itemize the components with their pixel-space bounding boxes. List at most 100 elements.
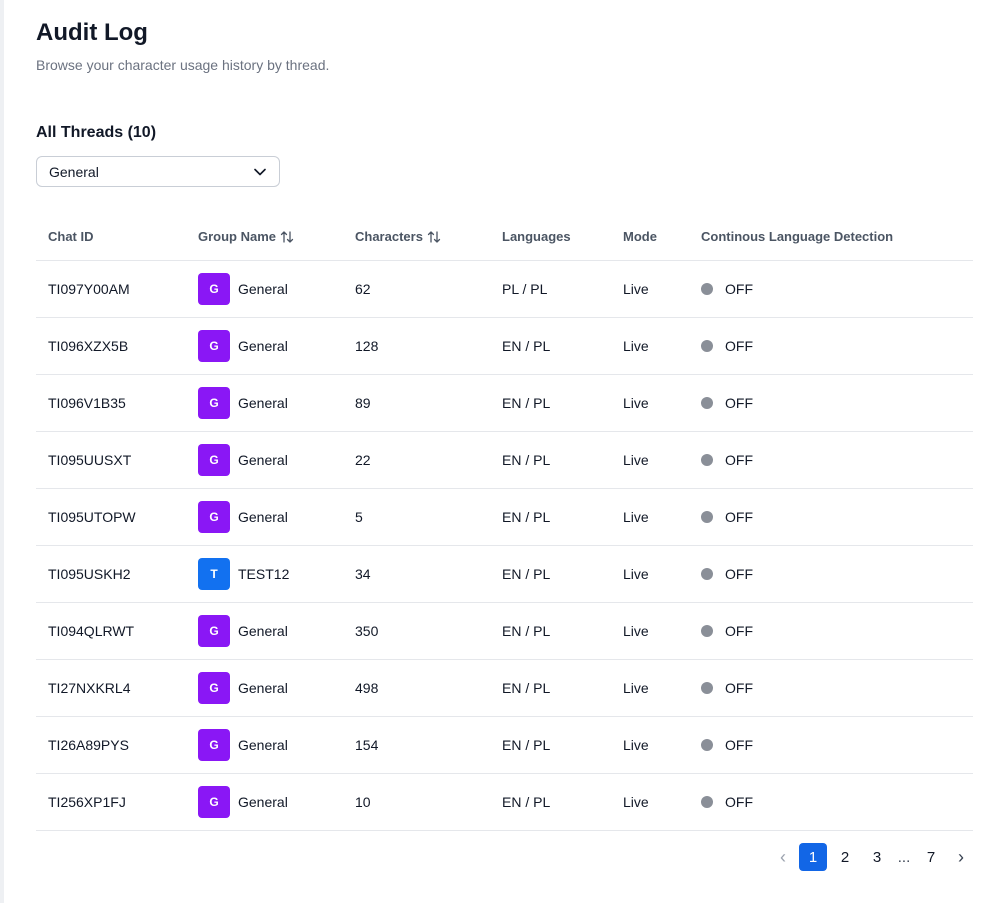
- table-row[interactable]: TI26A89PYS G General 154 EN / PL Live OFF: [36, 716, 973, 774]
- mode-value: Live: [623, 394, 649, 411]
- cell-group-name: G General: [186, 773, 343, 831]
- status-dot-icon: [701, 510, 713, 523]
- cld-status: OFF: [725, 280, 753, 297]
- chat-id: TI095UTOPW: [48, 508, 136, 525]
- cell-characters: 128: [343, 317, 490, 375]
- col-group-name-label: Group Name: [198, 229, 277, 245]
- group-name: General: [238, 337, 288, 354]
- table-header-row: Chat ID Group Name Characters Languages …: [36, 214, 973, 261]
- group-avatar: G: [198, 386, 230, 419]
- sort-icon[interactable]: [280, 230, 294, 244]
- cell-languages: EN / PL: [490, 317, 611, 375]
- cell-characters: 350: [343, 602, 490, 660]
- pagination-prev-button[interactable]: ‹: [771, 843, 795, 871]
- cell-mode: Live: [611, 374, 689, 432]
- cell-group-name: G General: [186, 488, 343, 546]
- pagination-page-3[interactable]: 3: [863, 843, 891, 871]
- cell-languages: EN / PL: [490, 602, 611, 660]
- characters-count: 498: [355, 679, 379, 696]
- cell-chat-id: TI256XP1FJ: [36, 773, 186, 831]
- cell-cld: OFF: [689, 260, 973, 318]
- table-row[interactable]: TI097Y00AM G General 62 PL / PL Live OFF: [36, 260, 973, 318]
- col-languages: Languages: [490, 214, 611, 261]
- table-row[interactable]: TI095USKH2 T TEST12 34 EN / PL Live OFF: [36, 545, 973, 603]
- group-filter-select[interactable]: General: [36, 156, 280, 187]
- mode-value: Live: [623, 508, 649, 525]
- group-avatar: T: [198, 557, 230, 590]
- pagination-page-2[interactable]: 2: [831, 843, 859, 871]
- threads-section-title: All Threads (10): [36, 124, 157, 141]
- group-name: General: [238, 508, 288, 525]
- status-dot-icon: [701, 681, 713, 694]
- pagination-page-last[interactable]: 7: [917, 843, 945, 871]
- col-mode: Mode: [611, 214, 689, 261]
- cld-status: OFF: [725, 736, 753, 753]
- group-name: General: [238, 394, 288, 411]
- cell-languages: EN / PL: [490, 773, 611, 831]
- cell-languages: PL / PL: [490, 260, 611, 318]
- cld-status: OFF: [725, 622, 753, 639]
- table-row[interactable]: TI256XP1FJ G General 10 EN / PL Live OFF: [36, 773, 973, 831]
- table-row[interactable]: TI095UTOPW G General 5 EN / PL Live OFF: [36, 488, 973, 546]
- group-avatar: G: [198, 671, 230, 704]
- group-avatar: G: [198, 728, 230, 761]
- status-dot-icon: [701, 396, 713, 409]
- cell-languages: EN / PL: [490, 374, 611, 432]
- col-chat-id-label: Chat ID: [48, 229, 94, 245]
- table-row[interactable]: TI096V1B35 G General 89 EN / PL Live OFF: [36, 374, 973, 432]
- cell-chat-id: TI095UTOPW: [36, 488, 186, 546]
- cell-chat-id: TI097Y00AM: [36, 260, 186, 318]
- cell-cld: OFF: [689, 374, 973, 432]
- col-characters[interactable]: Characters: [343, 214, 490, 261]
- threads-table: Chat ID Group Name Characters Languages …: [36, 214, 973, 831]
- table-row[interactable]: TI094QLRWT G General 350 EN / PL Live OFF: [36, 602, 973, 660]
- cell-group-name: G General: [186, 260, 343, 318]
- group-avatar: G: [198, 785, 230, 818]
- pagination-next-button[interactable]: ›: [949, 843, 973, 871]
- table-row[interactable]: TI095UUSXT G General 22 EN / PL Live OFF: [36, 431, 973, 489]
- languages-pair: EN / PL: [502, 793, 551, 810]
- cell-cld: OFF: [689, 773, 973, 831]
- languages-pair: EN / PL: [502, 622, 551, 639]
- group-avatar: G: [198, 329, 230, 362]
- group-avatar: G: [198, 500, 230, 533]
- cell-languages: EN / PL: [490, 659, 611, 717]
- cell-characters: 34: [343, 545, 490, 603]
- group-avatar: G: [198, 614, 230, 647]
- cell-mode: Live: [611, 773, 689, 831]
- cell-group-name: G General: [186, 602, 343, 660]
- mode-value: Live: [623, 337, 649, 354]
- cell-mode: Live: [611, 602, 689, 660]
- status-dot-icon: [701, 795, 713, 808]
- table-row[interactable]: TI27NXKRL4 G General 498 EN / PL Live OFF: [36, 659, 973, 717]
- table-row[interactable]: TI096XZX5B G General 128 EN / PL Live OFF: [36, 317, 973, 375]
- chat-id: TI26A89PYS: [48, 736, 129, 753]
- cell-group-name: G General: [186, 716, 343, 774]
- group-avatar: G: [198, 272, 230, 305]
- cld-status: OFF: [725, 337, 753, 354]
- chat-id: TI096XZX5B: [48, 337, 129, 354]
- cell-group-name: G General: [186, 374, 343, 432]
- chat-id: TI095UUSXT: [48, 451, 132, 468]
- languages-pair: EN / PL: [502, 736, 551, 753]
- sort-icon[interactable]: [427, 230, 441, 244]
- status-dot-icon: [701, 624, 713, 637]
- status-dot-icon: [701, 453, 713, 466]
- mode-value: Live: [623, 736, 649, 753]
- cell-characters: 22: [343, 431, 490, 489]
- cell-characters: 10: [343, 773, 490, 831]
- cell-characters: 5: [343, 488, 490, 546]
- cell-languages: EN / PL: [490, 431, 611, 489]
- cell-cld: OFF: [689, 602, 973, 660]
- chat-id: TI256XP1FJ: [48, 793, 126, 810]
- cell-mode: Live: [611, 488, 689, 546]
- col-cld: Continous Language Detection: [689, 214, 973, 261]
- table-body: TI097Y00AM G General 62 PL / PL Live OFF TI096X…: [36, 260, 973, 831]
- status-dot-icon: [701, 567, 713, 580]
- cell-cld: OFF: [689, 431, 973, 489]
- cell-cld: OFF: [689, 488, 973, 546]
- pagination-page-1[interactable]: 1: [799, 843, 827, 871]
- col-group-name[interactable]: Group Name: [186, 214, 343, 261]
- characters-count: 10: [355, 793, 371, 810]
- group-filter-value: General: [49, 163, 99, 180]
